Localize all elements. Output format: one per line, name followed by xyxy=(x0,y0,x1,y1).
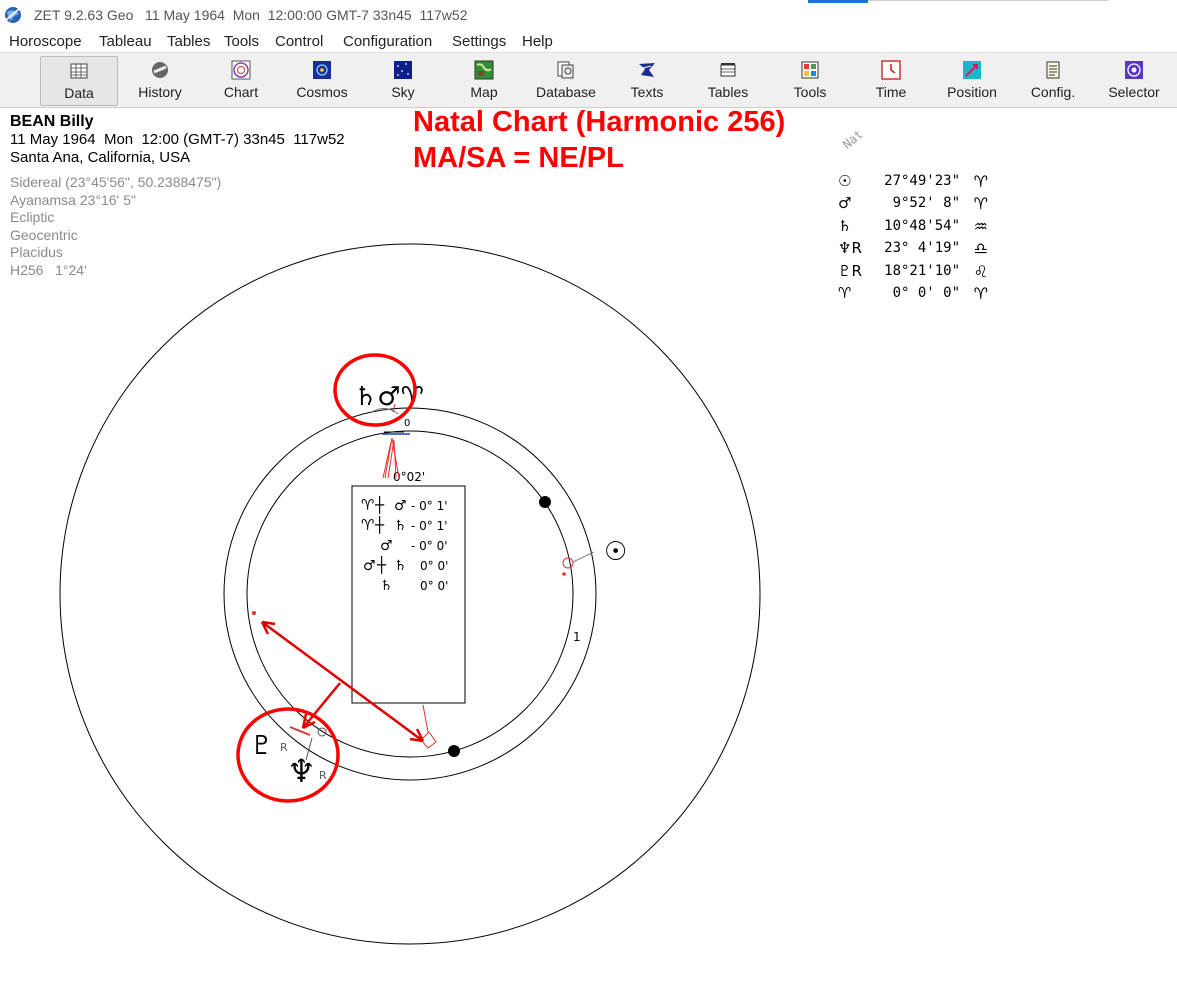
pluto-red-mark xyxy=(289,726,311,736)
house-1-label: 1 xyxy=(573,630,581,644)
aspect-value: 0° 0' xyxy=(420,559,448,573)
harmonic-chart-wheel[interactable]: ♈ ┼ ♂ - 0° 1' ♈ ┼ ♄ - 0° 1' ♂ - 0° 0' ♂ … xyxy=(0,0,1177,1002)
cusp-mark-top: 0 xyxy=(404,418,410,429)
house-cusp-dot xyxy=(448,745,460,757)
aspect-value: 0° 0' xyxy=(420,579,448,593)
pluto-small-circle xyxy=(317,727,327,737)
aspect-mid-glyph: ♂ xyxy=(394,498,407,514)
house-cusp-dot xyxy=(539,496,551,508)
aspect-mid-glyph: ♂ xyxy=(380,538,393,554)
aspect-mid-glyph: ♄ xyxy=(380,578,393,594)
midpoint-dot xyxy=(252,611,256,615)
sun-marker-dot xyxy=(562,572,566,576)
svg-text:┼: ┼ xyxy=(374,515,385,534)
aspect-value: - 0° 0' xyxy=(411,539,448,553)
aspect-left-glyph: ♈ xyxy=(361,496,374,514)
sun-marker-ring xyxy=(562,557,574,569)
neptune-glyph-chart: ♆ xyxy=(287,752,316,790)
aspect-left-glyph: ♂ xyxy=(363,558,376,574)
sun-glyph-chart: ☉ xyxy=(604,537,627,567)
bottom-red-marker xyxy=(420,704,437,749)
aspect-left-glyph: ♈ xyxy=(361,516,374,534)
aspect-mid-glyph: ♄ xyxy=(394,518,407,534)
neptune-retro: R xyxy=(319,769,327,782)
svg-text:┼: ┼ xyxy=(376,555,387,574)
sun-leader-line xyxy=(572,551,595,563)
pluto-glyph-chart: ♇ xyxy=(250,731,273,761)
svg-text:┼: ┼ xyxy=(374,495,385,514)
aspect-mid-glyph: ♄ xyxy=(394,558,407,574)
aspect-value: - 0° 1' xyxy=(411,499,448,513)
aspect-value: - 0° 1' xyxy=(411,519,448,533)
